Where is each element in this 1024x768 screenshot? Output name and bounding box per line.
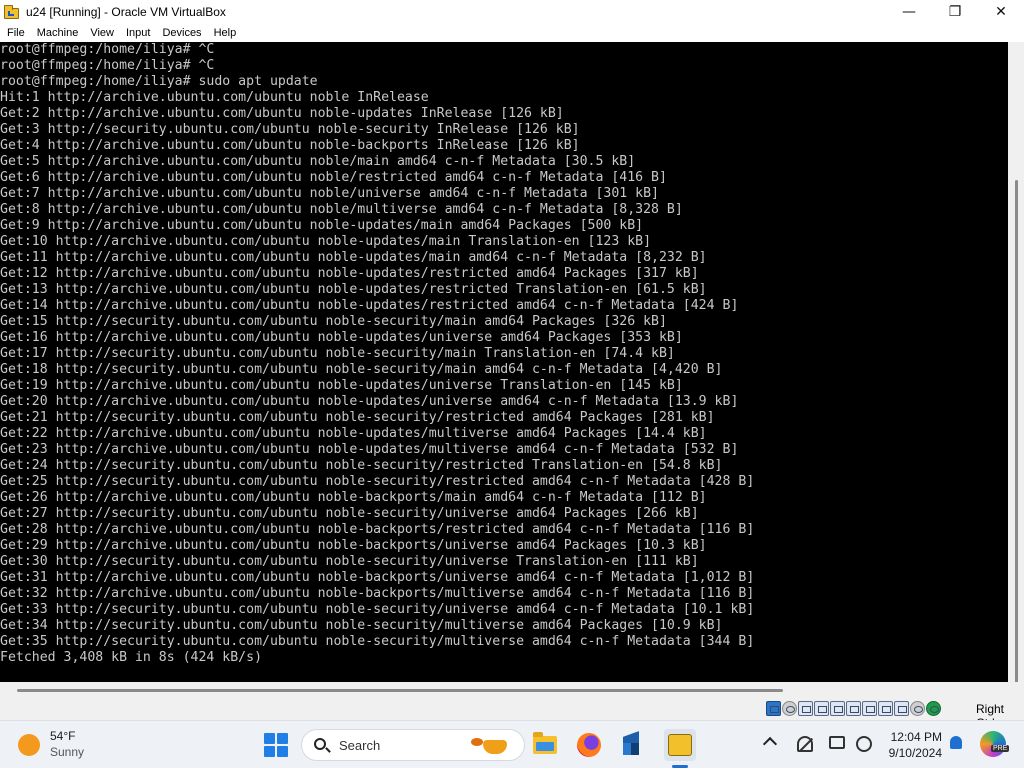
menu-bar: File Machine View Input Devices Help: [0, 24, 1024, 42]
terminal-line: Get:5 http://archive.ubuntu.com/ubuntu n…: [0, 154, 636, 169]
virtualbox-vm-taskbar-button[interactable]: [664, 729, 696, 761]
menu-machine[interactable]: Machine: [32, 24, 84, 42]
monitor-icon[interactable]: [829, 736, 845, 749]
terminal-line: Get:14 http://archive.ubuntu.com/ubuntu …: [0, 298, 739, 313]
copilot-icon[interactable]: [980, 731, 1006, 757]
audio-icon[interactable]: [798, 701, 813, 716]
mouse-integration-icon[interactable]: [910, 701, 925, 716]
file-explorer-button[interactable]: [529, 729, 561, 761]
terminal-line: Get:25 http://security.ubuntu.com/ubuntu…: [0, 474, 755, 489]
terminal-line: Get:33 http://security.ubuntu.com/ubuntu…: [0, 602, 755, 617]
network-icon[interactable]: [814, 701, 829, 716]
terminal-line: Get:16 http://archive.ubuntu.com/ubuntu …: [0, 330, 683, 345]
terminal-line: Get:11 http://archive.ubuntu.com/ubuntu …: [0, 250, 707, 265]
network-disconnected-icon[interactable]: [797, 736, 813, 752]
weather-temperature: 54°F: [50, 729, 76, 743]
clock-date: 9/10/2024: [888, 746, 942, 760]
usb-icon[interactable]: [830, 701, 845, 716]
close-button[interactable]: ✕: [978, 0, 1024, 24]
weather-widget[interactable]: 54°F Sunny: [18, 729, 84, 761]
chevron-up-icon[interactable]: [762, 736, 778, 752]
vm-display-terminal[interactable]: root@ffmpeg:/home/iliya# ^C root@ffmpeg:/…: [0, 42, 1008, 682]
search-placeholder: Search: [339, 738, 381, 753]
terminal-line: Get:3 http://security.ubuntu.com/ubuntu …: [0, 122, 580, 137]
terminal-line: Get:24 http://security.ubuntu.com/ubuntu…: [0, 458, 723, 473]
menu-devices[interactable]: Devices: [157, 24, 206, 42]
terminal-line: root@ffmpeg:/home/iliya# ^C: [0, 58, 215, 73]
minimize-button[interactable]: —: [886, 0, 932, 24]
terminal-line: Get:27 http://security.ubuntu.com/ubuntu…: [0, 506, 699, 521]
menu-file[interactable]: File: [2, 24, 30, 42]
maximize-button[interactable]: ❐: [932, 0, 978, 24]
terminal-line: Get:23 http://archive.ubuntu.com/ubuntu …: [0, 442, 739, 457]
start-button[interactable]: [264, 733, 288, 757]
video-capture-icon[interactable]: [878, 701, 893, 716]
terminal-line: Get:30 http://security.ubuntu.com/ubuntu…: [0, 554, 699, 569]
shared-folders-icon[interactable]: [846, 701, 861, 716]
optical-drive-icon[interactable]: [782, 701, 797, 716]
terminal-line: Get:13 http://archive.ubuntu.com/ubuntu …: [0, 282, 707, 297]
terminal-line: Get:7 http://archive.ubuntu.com/ubuntu n…: [0, 186, 659, 201]
copilot-preview-badge: PRE: [991, 745, 1010, 752]
window-title-bar[interactable]: u24 [Running] - Oracle VM VirtualBox — ❐…: [0, 0, 1024, 24]
terminal-line: Get:18 http://security.ubuntu.com/ubuntu…: [0, 362, 723, 377]
taskbar-clock[interactable]: 12:04 PM 9/10/2024: [878, 729, 942, 761]
vertical-scroll-thumb[interactable]: [1015, 180, 1018, 705]
terminal-line: Get:15 http://security.ubuntu.com/ubuntu…: [0, 314, 667, 329]
firefox-button[interactable]: [573, 729, 605, 761]
taskbar-search-box[interactable]: Search: [301, 729, 525, 761]
terminal-line: Get:20 http://archive.ubuntu.com/ubuntu …: [0, 394, 739, 409]
search-highlight-icon: [467, 734, 517, 756]
menu-help[interactable]: Help: [209, 24, 242, 42]
terminal-line: Get:12 http://archive.ubuntu.com/ubuntu …: [0, 266, 699, 281]
display-switch-icon[interactable]: [856, 736, 872, 752]
terminal-line: Get:9 http://archive.ubuntu.com/ubuntu n…: [0, 218, 644, 233]
terminal-line: Get:6 http://archive.ubuntu.com/ubuntu n…: [0, 170, 667, 185]
terminal-line: root@ffmpeg:/home/iliya# ^C: [0, 42, 215, 57]
keyboard-capture-icon[interactable]: [926, 701, 941, 716]
cpu-activity-icon[interactable]: [894, 701, 909, 716]
vertical-scrollbar[interactable]: [1008, 42, 1024, 705]
virtualbox-manager-button[interactable]: [615, 729, 647, 761]
terminal-line: Get:22 http://archive.ubuntu.com/ubuntu …: [0, 426, 707, 441]
terminal-line: Get:28 http://archive.ubuntu.com/ubuntu …: [0, 522, 755, 537]
terminal-line: Get:10 http://archive.ubuntu.com/ubuntu …: [0, 234, 652, 249]
terminal-line: Get:21 http://security.ubuntu.com/ubuntu…: [0, 410, 715, 425]
terminal-line: Get:2 http://archive.ubuntu.com/ubuntu n…: [0, 106, 564, 121]
weather-condition: Sunny: [50, 745, 85, 759]
terminal-line: Get:29 http://archive.ubuntu.com/ubuntu …: [0, 538, 707, 553]
virtualbox-vm-icon: [4, 5, 20, 19]
virtualbox-vm-icon: [668, 734, 692, 756]
terminal-line: root@ffmpeg:/home/iliya# sudo apt update: [0, 74, 318, 89]
terminal-line: Fetched 3,408 kB in 8s (424 kB/s): [0, 650, 263, 665]
scroll-corner: [1008, 682, 1024, 698]
terminal-line: Get:31 http://archive.ubuntu.com/ubuntu …: [0, 570, 755, 585]
terminal-line: Get:19 http://archive.ubuntu.com/ubuntu …: [0, 378, 683, 393]
window-title: u24 [Running] - Oracle VM VirtualBox: [26, 5, 226, 19]
terminal-line: Get:26 http://archive.ubuntu.com/ubuntu …: [0, 490, 707, 505]
terminal-line: Get:4 http://archive.ubuntu.com/ubuntu n…: [0, 138, 580, 153]
hard-disk-icon[interactable]: [766, 701, 781, 716]
sun-icon: [18, 734, 40, 756]
file-explorer-icon: [533, 732, 557, 754]
terminal-line: Get:35 http://security.ubuntu.com/ubuntu…: [0, 634, 755, 649]
horizontal-scrollbar[interactable]: [0, 682, 1008, 698]
menu-input[interactable]: Input: [121, 24, 155, 42]
horizontal-scroll-thumb[interactable]: [17, 689, 783, 692]
virtualbox-manager-icon: [621, 731, 641, 756]
terminal-line: Get:17 http://security.ubuntu.com/ubuntu…: [0, 346, 675, 361]
search-icon: [314, 738, 326, 750]
menu-view[interactable]: View: [85, 24, 119, 42]
vm-status-bar: Right Ctrl: [0, 698, 1024, 730]
terminal-line: Get:32 http://archive.ubuntu.com/ubuntu …: [0, 586, 755, 601]
terminal-line: Get:34 http://security.ubuntu.com/ubuntu…: [0, 618, 723, 633]
firefox-icon: [577, 733, 601, 757]
terminal-line: Hit:1 http://archive.ubuntu.com/ubuntu n…: [0, 90, 429, 105]
display-icon[interactable]: [862, 701, 877, 716]
notification-bell-icon[interactable]: [950, 736, 962, 749]
windows-taskbar: 54°F Sunny Search 12:04 PM 9/10/2024 PRE: [0, 720, 1024, 768]
terminal-line: Get:8 http://archive.ubuntu.com/ubuntu n…: [0, 202, 683, 217]
clock-time: 12:04 PM: [890, 730, 942, 744]
